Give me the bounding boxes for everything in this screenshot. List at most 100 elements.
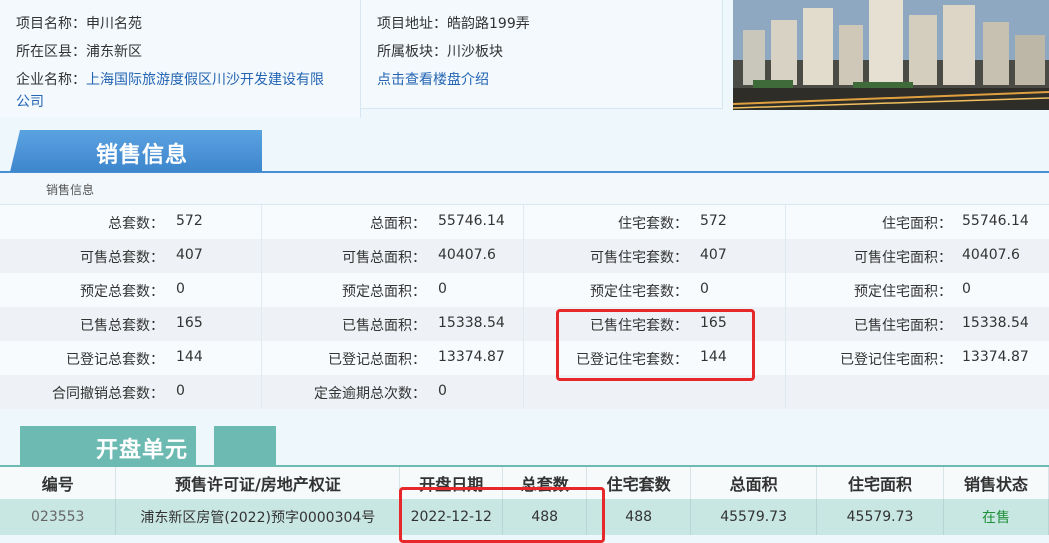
stat-value: 15338.54 — [438, 315, 505, 331]
residential-units: 488 — [586, 499, 692, 535]
stat-value: 144 — [700, 349, 727, 365]
stat-value: 572 — [176, 213, 203, 229]
project-info-panel: 项目名称：申川名苑 所在区县：浦东新区 企业名称：上海国际旅游度假区川沙开发建设… — [0, 0, 1049, 118]
stat-cell: 可售住宅面积： 40407.6 — [786, 239, 1049, 273]
stat-cell: 可售总面积： 40407.6 — [262, 239, 524, 273]
stat-cell: 总面积： 55746.14 — [262, 205, 524, 239]
stat-value: 165 — [176, 315, 203, 331]
company-link[interactable]: 上海国际旅游度假区川沙开发建设有限 — [86, 72, 324, 88]
address-value: 皓韵路199弄 — [447, 16, 530, 32]
stat-label: 预定总面积： — [342, 284, 426, 300]
stat-cell: 住宅面积： 55746.14 — [786, 205, 1049, 239]
district-row: 所在区县：浦东新区 — [16, 41, 346, 63]
stat-cell: 已售住宅面积： 15338.54 — [786, 307, 1049, 341]
company-label: 企业名称： — [16, 72, 86, 88]
stat-value: 407 — [176, 247, 203, 263]
sales-stats-row: 已登记总套数： 144 已登记总面积： 13374.87 已登记住宅套数： 144 已… — [0, 341, 1049, 375]
stat-cell: 可售总套数： 407 — [0, 239, 262, 273]
stat-label: 合同撤销总套数： — [52, 386, 164, 402]
sales-stats-row: 预定总套数： 0 预定总面积： 0 预定住宅套数： 0 预定住宅面积： 0 — [0, 273, 1049, 307]
stat-label: 总套数： — [108, 216, 164, 232]
stat-cell: 已售住宅套数： 165 — [524, 307, 786, 341]
stat-value: 0 — [700, 281, 709, 297]
project-intro-link[interactable]: 点击查看楼盘介绍 — [377, 72, 489, 88]
project-name-row: 项目名称：申川名苑 — [16, 13, 346, 35]
column-header: 销售状态 — [943, 467, 1049, 499]
opening-units-table: 编号 预售许可证/房地产权证 开盘日期 总套数 住宅套数 总面积 住宅面积 销售… — [0, 467, 1049, 535]
stat-value: 0 — [962, 281, 971, 297]
project-photo — [733, 0, 1049, 110]
stat-value: 572 — [700, 213, 727, 229]
column-header: 住宅面积 — [816, 467, 945, 499]
stat-label: 已登记住宅面积： — [840, 352, 952, 368]
column-header: 预售许可证/房地产权证 — [115, 467, 401, 499]
stat-label: 已售总套数： — [80, 318, 164, 334]
sales-stats-row: 合同撤销总套数： 0 定金逾期总次数： 0 — [0, 375, 1049, 409]
stat-cell: 定金逾期总次数： 0 — [262, 375, 524, 409]
stat-value: 0 — [438, 281, 447, 297]
stat-cell: 预定总面积： 0 — [262, 273, 524, 307]
presale-permit[interactable]: 浦东新区房管(2022)预字0000304号 — [115, 499, 401, 535]
sales-status: 在售 — [943, 499, 1049, 535]
unit-id: 023553 — [0, 499, 117, 535]
opening-section-tab: 开盘单元 — [20, 426, 276, 466]
district-label: 所在区县： — [16, 44, 86, 60]
project-name-label: 项目名称： — [16, 16, 86, 32]
stat-label: 预定总套数： — [80, 284, 164, 300]
stat-cell: 已售总套数： 165 — [0, 307, 262, 341]
column-header: 编号 — [0, 467, 117, 499]
stat-cell: 预定总套数： 0 — [0, 273, 262, 307]
opening-tab-shape-right — [214, 426, 276, 466]
table-header-row: 编号 预售许可证/房地产权证 开盘日期 总套数 住宅套数 总面积 住宅面积 销售… — [0, 467, 1049, 499]
stat-cell — [786, 375, 1049, 409]
column-header: 总套数 — [502, 467, 588, 499]
stat-cell: 预定住宅面积： 0 — [786, 273, 1049, 307]
stat-value: 165 — [700, 315, 727, 331]
sales-section-tab: 销售信息 — [10, 130, 262, 172]
opening-tab-notch — [196, 426, 214, 466]
district-value: 浦东新区 — [86, 44, 142, 60]
company-link-continued[interactable]: 公司 — [16, 94, 44, 110]
sales-section-title: 销售信息 — [96, 143, 189, 168]
stat-label: 可售住宅面积： — [854, 250, 952, 266]
stat-cell: 已售总面积： 15338.54 — [262, 307, 524, 341]
stat-label: 住宅面积： — [882, 216, 952, 232]
residential-area: 45579.73 — [816, 499, 945, 535]
stat-label: 可售总面积： — [342, 250, 426, 266]
stat-value: 13374.87 — [962, 349, 1029, 365]
sales-stats-grid: 总套数： 572 总面积： 55746.14 住宅套数： 572 住宅面积： 55746… — [0, 205, 1049, 409]
stat-label: 可售住宅套数： — [590, 250, 688, 266]
project-name-value: 申川名苑 — [86, 16, 142, 32]
block-value: 川沙板块 — [447, 44, 503, 60]
address-row: 项目地址：皓韵路199弄 — [377, 13, 707, 35]
stat-value: 0 — [438, 383, 447, 399]
sales-stats-row: 总套数： 572 总面积： 55746.14 住宅套数： 572 住宅面积： 55746… — [0, 205, 1049, 239]
stat-value: 55746.14 — [438, 213, 505, 229]
block-label: 所属板块： — [377, 44, 447, 60]
stat-label: 已售住宅套数： — [590, 318, 688, 334]
stat-value: 15338.54 — [962, 315, 1029, 331]
sales-stats-row: 已售总套数： 165 已售总面积： 15338.54 已售住宅套数： 165 已售住宅… — [0, 307, 1049, 341]
stat-value: 407 — [700, 247, 727, 263]
stat-value: 13374.87 — [438, 349, 505, 365]
address-label: 项目地址： — [377, 16, 447, 32]
stat-cell: 已登记住宅面积： 13374.87 — [786, 341, 1049, 375]
column-header: 开盘日期 — [399, 467, 504, 499]
column-header: 住宅套数 — [586, 467, 692, 499]
stat-label: 总面积： — [370, 216, 426, 232]
stat-value: 0 — [176, 383, 185, 399]
stat-label: 已售住宅面积： — [854, 318, 952, 334]
company-row: 企业名称：上海国际旅游度假区川沙开发建设有限 公司 — [16, 69, 346, 113]
stat-value: 0 — [176, 281, 185, 297]
sales-stats-row: 可售总套数： 407 可售总面积： 40407.6 可售住宅套数： 407 可售住宅面… — [0, 239, 1049, 273]
stat-cell: 可售住宅套数： 407 — [524, 239, 786, 273]
stat-label: 住宅套数： — [618, 216, 688, 232]
sales-subheader: 销售信息 — [0, 174, 1049, 205]
stat-label: 已登记住宅套数： — [576, 352, 688, 368]
sales-subheader-label: 销售信息 — [46, 183, 95, 197]
stat-value: 40407.6 — [962, 247, 1020, 263]
table-row[interactable]: 023553 浦东新区房管(2022)预字0000304号 2022-12-12… — [0, 499, 1049, 535]
stat-cell: 总套数： 572 — [0, 205, 262, 239]
opening-section-title: 开盘单元 — [96, 438, 189, 463]
total-units: 488 — [502, 499, 588, 535]
